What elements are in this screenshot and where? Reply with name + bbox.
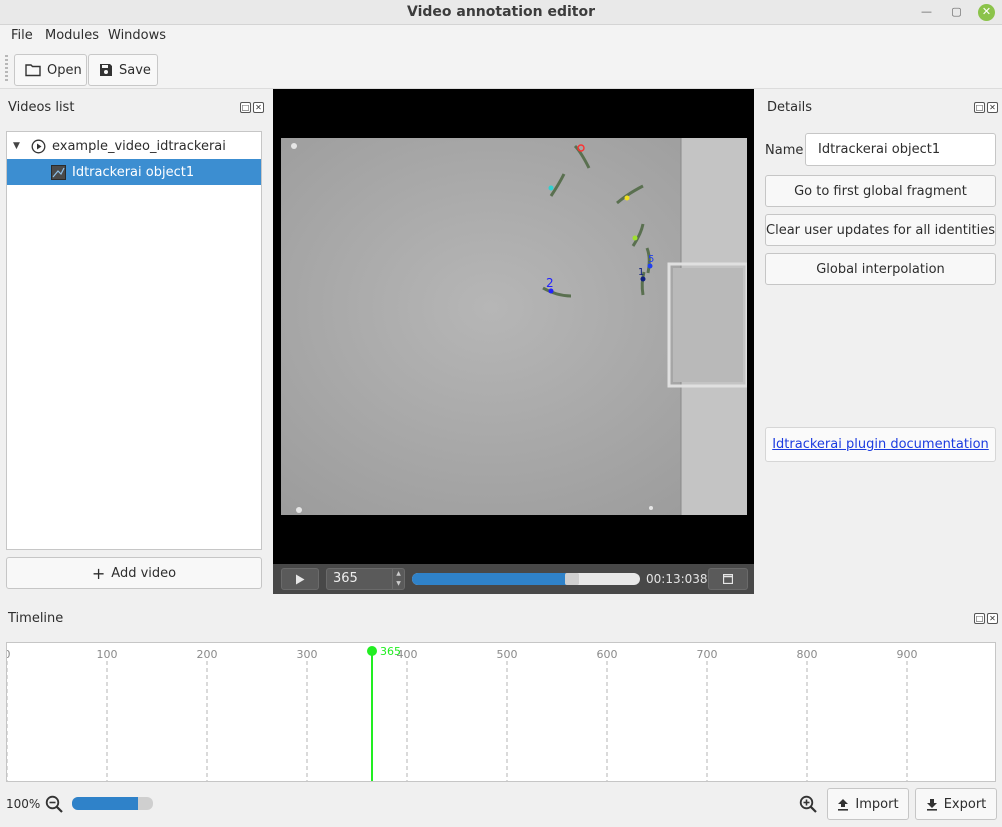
tree-item-label: Idtrackerai object1 — [72, 164, 195, 180]
close-panel-icon[interactable]: ✕ — [987, 102, 998, 113]
player-controls: 365 ▲ ▼ 00:13:038 — [273, 564, 754, 594]
timeline-tick-label: 0 — [7, 648, 11, 661]
close-panel-icon[interactable]: ✕ — [987, 613, 998, 624]
documentation-link[interactable]: Idtrackerai plugin documentation — [772, 437, 989, 452]
upload-icon — [838, 798, 849, 811]
timeline-tick-label: 100 — [97, 648, 118, 661]
close-panel-icon[interactable]: ✕ — [253, 102, 264, 113]
title-bar: Video annotation editor — ▢ ✕ — [0, 0, 1002, 25]
save-icon — [100, 64, 112, 76]
expand-arrow-icon[interactable]: ▼ — [13, 141, 20, 151]
fish-id-label: 2 — [546, 276, 554, 290]
save-label: Save — [119, 62, 151, 78]
details-panel-title: Details — [767, 100, 813, 115]
float-icon[interactable]: □ — [974, 102, 985, 113]
zoom-slider[interactable] — [72, 797, 153, 810]
timeline-tick-label: 700 — [697, 648, 718, 661]
export-label: Export — [943, 796, 987, 812]
tree-item-label: example_video_idtrackerai — [52, 138, 226, 154]
timeline-panel-title: Timeline — [8, 611, 64, 626]
zoom-in-icon[interactable] — [799, 795, 818, 814]
global-interpolation-button[interactable]: Global interpolation — [765, 253, 996, 285]
video-viewport[interactable]: 2 1 5 — [273, 89, 754, 564]
play-button[interactable] — [281, 568, 319, 590]
timeline-canvas[interactable]: 0100200300400500600700800900365 — [7, 643, 996, 782]
zoom-out-icon[interactable] — [45, 795, 64, 814]
download-icon — [926, 798, 937, 811]
fish-id-label: 1 — [638, 267, 644, 278]
tree-item-object[interactable]: Idtrackerai object1 — [7, 159, 261, 185]
fish-id-label: 5 — [648, 254, 654, 265]
timeline-cursor-handle[interactable] — [367, 646, 377, 656]
plus-icon: + — [91, 563, 106, 583]
video-frame-image: 2 1 5 — [281, 138, 747, 515]
name-label: Name — [765, 143, 804, 158]
zoom-slider-fill — [72, 797, 139, 810]
menu-windows[interactable]: Windows — [108, 28, 166, 43]
menu-modules[interactable]: Modules — [45, 28, 99, 43]
fullscreen-button[interactable] — [708, 568, 748, 590]
play-icon — [296, 574, 305, 584]
seek-handle[interactable] — [564, 573, 579, 585]
time-display: 00:13:038 — [646, 572, 708, 586]
first-global-fragment-button[interactable]: Go to first global fragment — [765, 175, 996, 207]
documentation-box: Idtrackerai plugin documentation — [765, 427, 996, 462]
open-button[interactable]: Open — [14, 54, 87, 86]
seek-slider[interactable] — [412, 573, 640, 585]
frame-number-input[interactable]: 365 ▲ ▼ — [326, 568, 405, 590]
menu-file[interactable]: File — [11, 28, 33, 43]
float-icon[interactable]: □ — [240, 102, 251, 113]
toolbar: Open Save — [0, 47, 1002, 89]
timeline-tick-label: 200 — [197, 648, 218, 661]
import-button[interactable]: Import — [827, 788, 909, 820]
add-video-button[interactable]: + Add video — [6, 557, 262, 589]
open-label: Open — [47, 62, 82, 78]
folder-icon — [25, 64, 41, 77]
timeline-tick-label: 900 — [897, 648, 918, 661]
menu-bar: File Modules Windows — [0, 25, 1002, 47]
videos-tree: ▼ example_video_idtrackerai Idtrackerai … — [6, 131, 262, 550]
video-frame[interactable]: 2 1 5 — [281, 138, 747, 515]
videos-panel-dock-buttons: □ ✕ — [240, 102, 264, 113]
timeline-panel-dock-buttons: □ ✕ — [974, 613, 998, 624]
timeline-tick-label: 800 — [797, 648, 818, 661]
window-icon — [723, 574, 733, 584]
window-title: Video annotation editor — [406, 4, 595, 20]
timeline-tick-label: 500 — [497, 648, 518, 661]
details-panel-dock-buttons: □ ✕ — [974, 102, 998, 113]
timeline-tick-label: 300 — [297, 648, 318, 661]
toolbar-grip[interactable] — [5, 55, 8, 81]
timeline[interactable]: 0100200300400500600700800900365 — [6, 642, 996, 782]
seek-progress — [412, 573, 572, 585]
frame-spin-arrows[interactable]: ▲ ▼ — [392, 569, 404, 589]
minimize-icon[interactable]: — — [918, 4, 935, 21]
save-button[interactable]: Save — [88, 54, 158, 86]
tree-item-video[interactable]: ▼ example_video_idtrackerai — [7, 133, 261, 159]
track-object-icon — [51, 164, 66, 180]
clear-user-updates-button[interactable]: Clear user updates for all identities — [765, 214, 996, 246]
timeline-tick-label: 600 — [597, 648, 618, 661]
videos-panel-title: Videos list — [8, 100, 75, 115]
float-icon[interactable]: □ — [974, 613, 985, 624]
export-button[interactable]: Export — [915, 788, 997, 820]
import-label: Import — [855, 796, 899, 812]
zoom-level-label: 100% — [6, 797, 41, 811]
maximize-icon[interactable]: ▢ — [948, 4, 965, 21]
name-field[interactable]: Idtrackerai object1 — [805, 133, 996, 166]
timeline-cursor-label: 365 — [380, 645, 401, 658]
video-icon — [31, 139, 46, 153]
frame-number-value: 365 — [333, 571, 358, 586]
add-video-label: Add video — [111, 565, 177, 581]
close-icon[interactable]: ✕ — [978, 4, 995, 21]
